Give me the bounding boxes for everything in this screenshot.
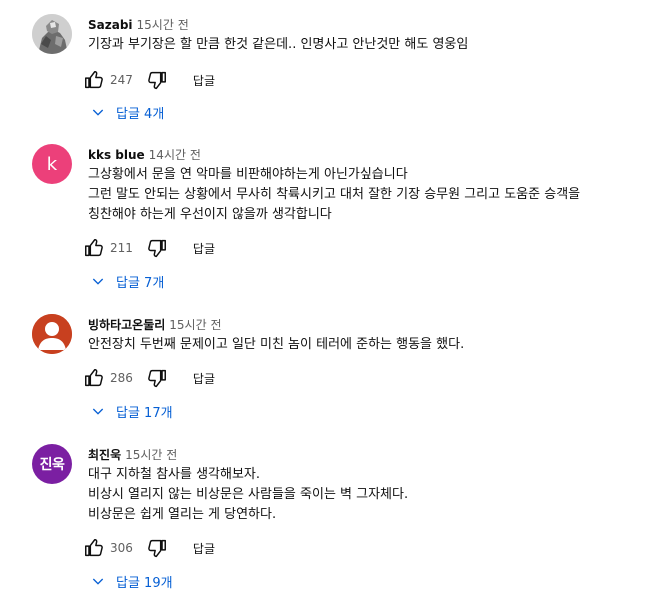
like-count: 211 (110, 241, 133, 255)
view-replies-label: 답글 7개 (116, 275, 165, 291)
chevron-down-icon (88, 401, 108, 421)
comment-timestamp[interactable]: 15시간 전 (169, 318, 221, 332)
avatar-initial: k (46, 153, 58, 175)
thumbs-down-icon (148, 369, 166, 388)
dislike-button[interactable] (145, 236, 169, 260)
comment-text: 안전장치 두번째 문제이고 일단 미친 놈이 테러에 준하는 행동을 했다. (88, 335, 658, 355)
thumbs-up-icon (85, 239, 103, 257)
comment-text: 기장과 부기장은 할 만큼 한것 같은데.. 인명사고 안난것만 해도 영웅임 (88, 35, 658, 55)
author-name[interactable]: Sazabi (88, 18, 133, 32)
avatar-initial: 진욱 (39, 457, 65, 473)
view-replies-button[interactable]: 답글 19개 (88, 569, 173, 593)
dislike-button[interactable] (145, 536, 169, 560)
comment-line: 대구 지하철 참사를 생각해보자. (88, 467, 261, 482)
thumbs-up-icon (85, 71, 103, 89)
reply-button[interactable]: 답글 (193, 370, 215, 387)
thumbs-down-icon (148, 239, 166, 258)
view-replies-label: 답글 17개 (116, 405, 173, 421)
author-name[interactable]: 빙하타고온둘리 (88, 318, 165, 332)
comment-line: 기장과 부기장은 할 만큼 한것 같은데.. 인명사고 안난것만 해도 영웅임 (88, 37, 469, 52)
like-button[interactable] (82, 68, 106, 92)
like-button[interactable] (82, 536, 106, 560)
view-replies-button[interactable]: 답글 7개 (88, 269, 164, 293)
comment-line: 그런 말도 안되는 상황에서 무사히 착륙시키고 대처 잘한 기장 승무원 그리… (88, 187, 581, 202)
thumbs-up-icon (85, 539, 103, 557)
chevron-down-icon (88, 271, 108, 291)
like-count: 306 (110, 541, 133, 555)
reply-button[interactable]: 답글 (193, 540, 215, 557)
author-name[interactable]: 최진욱 (88, 448, 121, 462)
comment-header: 빙하타고온둘리 15시간 전 (88, 316, 222, 333)
view-replies-label: 답글 19개 (116, 575, 173, 591)
view-replies-label: 답글 4개 (116, 106, 165, 122)
reply-button[interactable]: 답글 (193, 72, 215, 89)
dislike-button[interactable] (145, 68, 169, 92)
view-replies-button[interactable]: 답글 17개 (88, 399, 173, 423)
comment-line: 그상황에서 문을 연 악마를 비판해야하는게 아닌가싶습니다 (88, 167, 408, 182)
chevron-down-icon (88, 571, 108, 591)
author-name[interactable]: kks blue (88, 148, 145, 162)
like-button[interactable] (82, 236, 106, 260)
comment-actions: 211 답글 (82, 236, 215, 260)
avatar[interactable]: k (32, 144, 72, 184)
chevron-down-icon (88, 102, 108, 122)
comment-actions: 286 답글 (82, 366, 215, 390)
comment-text: 그상황에서 문을 연 악마를 비판해야하는게 아닌가싶습니다 그런 말도 안되는… (88, 165, 658, 225)
like-button[interactable] (82, 366, 106, 390)
comment-actions: 247 답글 (82, 68, 215, 92)
reply-button[interactable]: 답글 (193, 240, 215, 257)
view-replies-button[interactable]: 답글 4개 (88, 100, 164, 124)
thumbs-down-icon (148, 539, 166, 558)
comment-line: 비상문은 쉽게 열리는 게 당연하다. (88, 507, 277, 522)
thumbs-down-icon (148, 71, 166, 90)
comments-section: Sazabi 15시간 전 기장과 부기장은 할 만큼 한것 같은데.. 인명사고… (0, 0, 658, 596)
avatar[interactable] (32, 14, 72, 54)
like-count: 286 (110, 371, 133, 385)
comment-timestamp[interactable]: 14시간 전 (149, 148, 201, 162)
dislike-button[interactable] (145, 366, 169, 390)
comment-line: 칭찬해야 하는게 우선이지 않을까 생각합니다 (88, 207, 332, 222)
comment-header: 최진욱 15시간 전 (88, 446, 177, 463)
comment-header: Sazabi 15시간 전 (88, 16, 189, 33)
avatar[interactable] (32, 314, 72, 354)
like-count: 247 (110, 73, 133, 87)
default-user-icon (32, 314, 72, 354)
comment-line: 안전장치 두번째 문제이고 일단 미친 놈이 테러에 준하는 행동을 했다. (88, 337, 465, 352)
comment-timestamp[interactable]: 15시간 전 (137, 18, 189, 32)
figure-portrait-icon (32, 14, 72, 54)
comment-timestamp[interactable]: 15시간 전 (125, 448, 177, 462)
thumbs-up-icon (85, 369, 103, 387)
comment-text: 대구 지하철 참사를 생각해보자. 비상시 열리지 않는 비상문은 사람들을 죽… (88, 465, 658, 525)
avatar[interactable]: 진욱 (32, 444, 72, 484)
comment-line: 비상시 열리지 않는 비상문은 사람들을 죽이는 벽 그자체다. (88, 487, 409, 502)
comment-actions: 306 답글 (82, 536, 215, 560)
comment-header: kks blue 14시간 전 (88, 146, 201, 163)
